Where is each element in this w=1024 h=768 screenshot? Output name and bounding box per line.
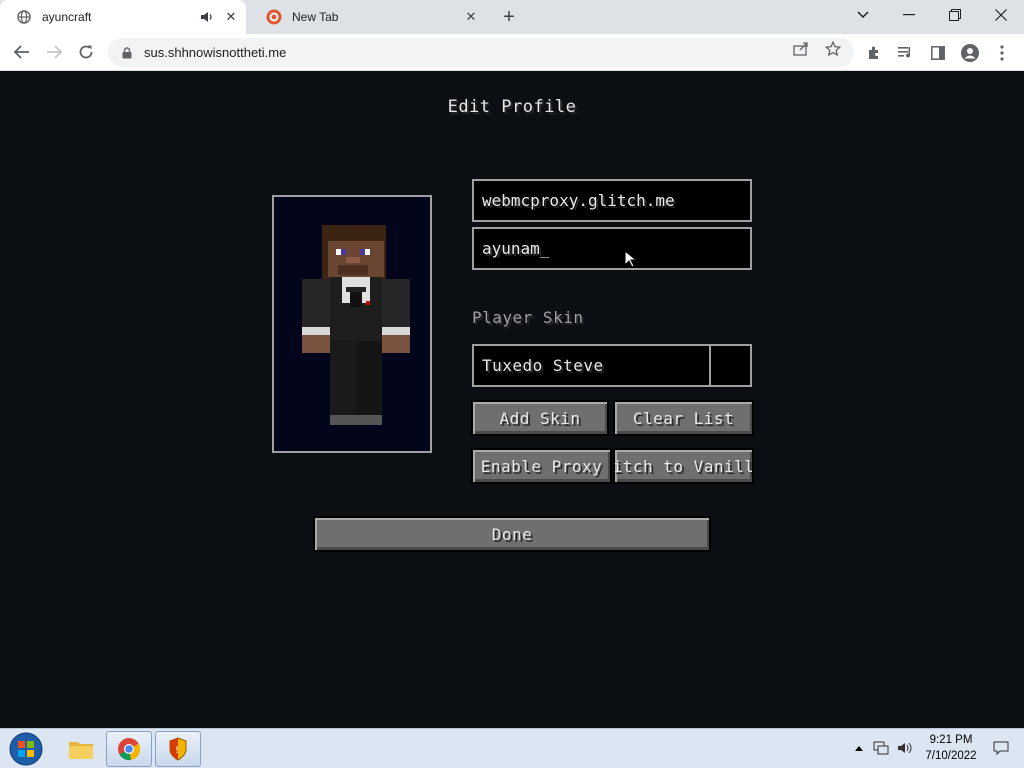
skin-preview[interactable] bbox=[272, 195, 432, 453]
extensions-icon[interactable] bbox=[864, 43, 884, 63]
file-explorer-icon[interactable] bbox=[58, 731, 104, 767]
tuxedo-steve-skin-icon bbox=[302, 225, 410, 425]
enable-proxy-button[interactable]: Enable Proxy bbox=[471, 448, 612, 484]
show-hidden-icons-icon[interactable] bbox=[850, 739, 868, 757]
taskbar: ! 9:21 PM 7/10/2022 bbox=[0, 728, 1024, 768]
url-text: sus.shhnowisnottheti.me bbox=[144, 45, 287, 60]
start-button-icon[interactable] bbox=[6, 731, 46, 767]
system-clock[interactable]: 9:21 PM 7/10/2022 bbox=[916, 732, 986, 764]
new-tab-button[interactable]: + bbox=[498, 6, 520, 28]
forward-arrow-icon[interactable] bbox=[41, 39, 67, 65]
tab-strip: ayuncraft ✕ New Tab ✕ + bbox=[0, 0, 1024, 34]
share-icon[interactable] bbox=[790, 39, 812, 59]
reload-icon[interactable] bbox=[73, 39, 99, 65]
duckduckgo-icon bbox=[266, 9, 282, 25]
clock-time: 9:21 PM bbox=[929, 734, 973, 746]
kebab-menu-icon[interactable] bbox=[992, 43, 1012, 63]
player-skin-label: Player Skin bbox=[472, 308, 584, 327]
star-icon[interactable] bbox=[822, 39, 844, 59]
done-button[interactable]: Done bbox=[313, 516, 711, 552]
side-panel-icon[interactable] bbox=[928, 43, 948, 63]
mouse-cursor-icon bbox=[624, 249, 638, 272]
tab-title: New Tab bbox=[292, 10, 339, 24]
chevron-down-icon[interactable] bbox=[840, 0, 886, 30]
speaker-icon[interactable] bbox=[198, 8, 216, 26]
server-address-field[interactable] bbox=[472, 179, 752, 222]
page-title: Edit Profile bbox=[447, 97, 577, 117]
volume-icon[interactable] bbox=[896, 739, 914, 757]
switch-to-vanilla-button[interactable]: witch to Vanilla bbox=[613, 448, 754, 484]
clear-list-button[interactable]: Clear List bbox=[613, 400, 754, 436]
username-field[interactable] bbox=[472, 227, 752, 270]
back-arrow-icon[interactable] bbox=[9, 39, 35, 65]
address-bar[interactable]: sus.shhnowisnottheti.me bbox=[108, 38, 854, 67]
security-shield-icon[interactable]: ! bbox=[155, 731, 201, 767]
tab-title: ayuncraft bbox=[42, 10, 92, 24]
close-tab-icon[interactable]: ✕ bbox=[462, 8, 480, 26]
minimize-icon[interactable] bbox=[886, 0, 932, 30]
globe-icon bbox=[16, 9, 32, 25]
skin-select-value: Tuxedo Steve bbox=[482, 356, 604, 375]
action-center-icon[interactable] bbox=[992, 739, 1010, 757]
chrome-icon[interactable] bbox=[106, 731, 152, 767]
restore-icon[interactable] bbox=[932, 0, 978, 30]
tab-ayuncraft[interactable]: ayuncraft ✕ bbox=[0, 0, 246, 34]
game-canvas[interactable]: Edit Profile webmcproxy.glitch.me ayunam… bbox=[0, 71, 1024, 728]
svg-text:!: ! bbox=[175, 745, 179, 756]
tab-new-tab[interactable]: New Tab ✕ bbox=[250, 0, 486, 34]
close-tab-icon[interactable]: ✕ bbox=[222, 8, 240, 26]
server-address-input[interactable] bbox=[482, 191, 750, 210]
add-skin-button[interactable]: Add Skin bbox=[471, 400, 609, 436]
profile-avatar-icon[interactable] bbox=[960, 43, 980, 63]
clock-date: 7/10/2022 bbox=[925, 750, 977, 762]
media-control-icon[interactable] bbox=[896, 43, 916, 63]
lock-icon[interactable] bbox=[120, 46, 134, 60]
skin-dropdown-button[interactable] bbox=[709, 346, 750, 385]
network-icon[interactable] bbox=[872, 739, 890, 757]
skin-select[interactable]: Tuxedo Steve bbox=[472, 344, 752, 387]
browser-toolbar: sus.shhnowisnottheti.me bbox=[0, 34, 1024, 71]
username-input[interactable] bbox=[482, 239, 750, 258]
close-window-icon[interactable] bbox=[978, 0, 1024, 30]
